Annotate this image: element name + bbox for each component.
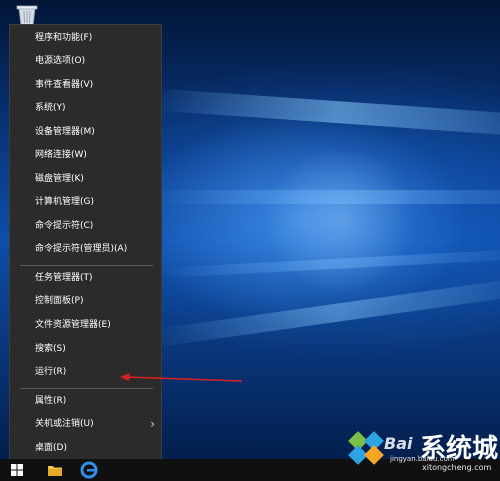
watermark-brand: Bai xyxy=(384,434,413,453)
menu-item-properties[interactable]: 属性(R) xyxy=(10,390,161,412)
recycle-bin-icon[interactable] xyxy=(14,4,40,26)
wallpaper-beam xyxy=(155,190,500,204)
edge-icon[interactable] xyxy=(78,459,100,481)
windows-logo-icon[interactable] xyxy=(6,459,28,481)
annotation-arrow xyxy=(120,373,243,382)
menu-item-network-connections[interactable]: 网络连接(W) xyxy=(10,144,161,166)
watermark: Bai 系统城 jingyan.baidu.com xitongcheng.co… xyxy=(342,422,500,472)
menu-item-event-viewer[interactable]: 事件查看器(V) xyxy=(10,74,161,96)
watermark-url-site: xitongcheng.com xyxy=(422,463,492,472)
menu-item-label: 关机或注销(U) xyxy=(35,419,94,429)
xitongcheng-logo-icon xyxy=(348,431,384,465)
menu-separator xyxy=(20,265,153,266)
menu-item-power-options[interactable]: 电源选项(O) xyxy=(10,50,161,72)
menu-item-desktop[interactable]: 桌面(D) xyxy=(10,437,161,459)
menu-item-control-panel[interactable]: 控制面板(P) xyxy=(10,290,161,312)
menu-item-device-manager[interactable]: 设备管理器(M) xyxy=(10,121,161,143)
menu-item-system[interactable]: 系统(Y) xyxy=(10,97,161,119)
menu-separator xyxy=(20,388,153,389)
menu-item-shutdown-signout[interactable]: 关机或注销(U) › xyxy=(10,413,161,435)
menu-item-programs-features[interactable]: 程序和功能(F) xyxy=(10,27,161,49)
menu-item-disk-management[interactable]: 磁盘管理(K) xyxy=(10,168,161,190)
menu-item-task-manager[interactable]: 任务管理器(T) xyxy=(10,267,161,289)
menu-item-file-explorer[interactable]: 文件资源管理器(E) xyxy=(10,314,161,336)
menu-item-computer-management[interactable]: 计算机管理(G) xyxy=(10,191,161,213)
watermark-url-baidu: jingyan.baidu.com xyxy=(390,455,455,463)
menu-item-command-prompt-admin[interactable]: 命令提示符(管理员)(A) xyxy=(10,238,161,260)
wallpaper-beam xyxy=(149,88,500,137)
menu-item-search[interactable]: 搜索(S) xyxy=(10,338,161,360)
winx-context-menu: 程序和功能(F) 电源选项(O) 事件查看器(V) 系统(Y) 设备管理器(M)… xyxy=(9,24,162,464)
file-explorer-icon[interactable] xyxy=(44,459,66,481)
chevron-right-icon: › xyxy=(150,417,155,431)
menu-item-command-prompt[interactable]: 命令提示符(C) xyxy=(10,215,161,237)
